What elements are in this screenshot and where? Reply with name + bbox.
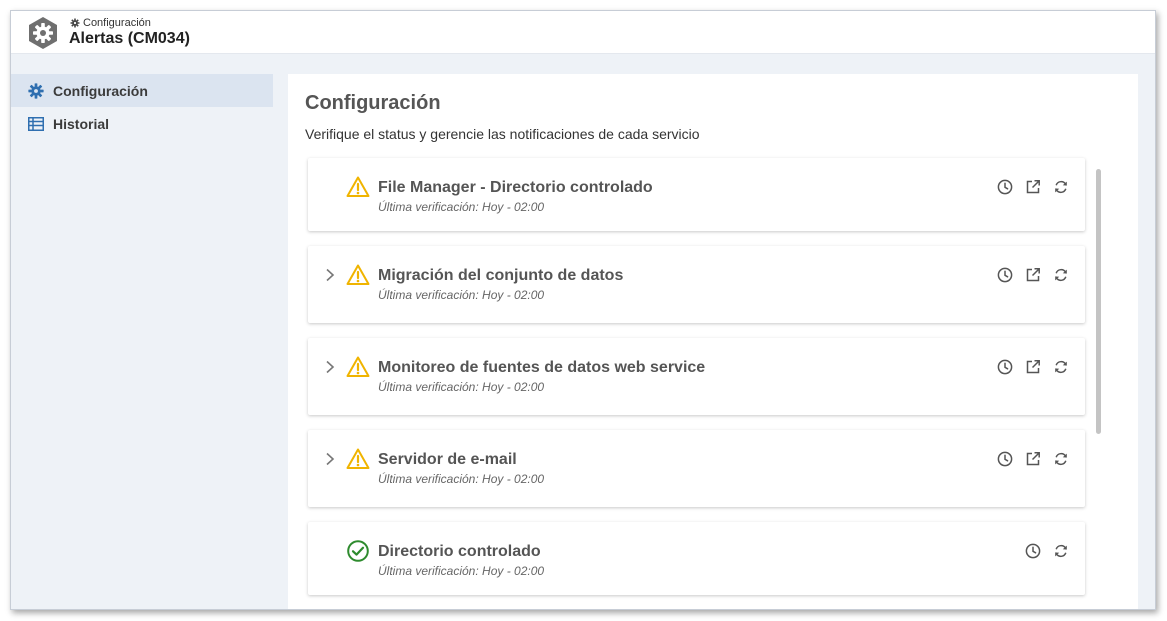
chevron-right-icon[interactable] [324,268,336,282]
section-subtitle: Verifique el status y gerencie las notif… [305,126,700,142]
history-clock-icon[interactable] [1025,543,1041,559]
open-external-icon[interactable] [1025,267,1041,283]
refresh-icon[interactable] [1053,359,1069,375]
refresh-icon[interactable] [1053,451,1069,467]
service-last-check: Última verificación: Hoy - 02:00 [378,200,545,214]
history-clock-icon[interactable] [997,267,1013,283]
gear-icon [70,18,80,28]
service-card: Directorio controlado Última verificación… [308,522,1085,595]
gear-icon [27,82,45,100]
sidebar-item-historial[interactable]: Historial [11,107,273,140]
warning-icon [346,264,370,285]
refresh-icon[interactable] [1053,267,1069,283]
history-clock-icon[interactable] [997,179,1013,195]
service-last-check: Última verificación: Hoy - 02:00 [378,288,545,302]
breadcrumb[interactable]: Configuración [70,17,151,29]
sidebar: Configuración Historial [11,74,273,140]
service-last-check: Última verificación: Hoy - 02:00 [378,564,545,578]
app-window: Configuración Alertas (CM034) Configurac… [10,10,1156,610]
warning-icon [346,448,370,469]
service-title: Servidor de e-mail [378,451,517,468]
service-card: File Manager - Directorio controlado Últi… [308,158,1085,231]
open-external-icon[interactable] [1025,359,1041,375]
service-card[interactable]: Migración del conjunto de datos Última ve… [308,246,1085,323]
service-card[interactable]: Monitoreo de fuentes de datos web servic… [308,338,1085,415]
warning-icon [346,356,370,377]
app-logo-icon [29,17,57,49]
app-header: Configuración Alertas (CM034) [11,11,1155,54]
service-title: Migración del conjunto de datos [378,267,624,284]
service-last-check: Última verificación: Hoy - 02:00 [378,380,545,394]
service-card[interactable]: Servidor de e-mail Última verificación: H… [308,430,1085,507]
check-circle-icon [347,540,369,562]
service-last-check: Última verificación: Hoy - 02:00 [378,472,545,486]
table-icon [27,115,45,133]
history-clock-icon[interactable] [997,451,1013,467]
service-title: File Manager - Directorio controlado [378,179,653,196]
chevron-right-icon[interactable] [324,452,336,466]
open-external-icon[interactable] [1025,179,1041,195]
sidebar-item-label: Configuración [53,82,148,99]
chevron-right-icon[interactable] [324,360,336,374]
open-external-icon[interactable] [1025,451,1041,467]
sidebar-item-label: Historial [53,115,110,132]
refresh-icon[interactable] [1053,543,1069,559]
service-title: Directorio controlado [378,543,541,560]
warning-icon [346,176,370,197]
main-panel: Configuración Verifique el status y gere… [288,74,1138,609]
page-title: Alertas (CM034) [69,30,190,47]
service-title: Monitoreo de fuentes de datos web servic… [378,359,706,376]
sidebar-item-configuracion[interactable]: Configuración [11,74,273,107]
service-list: File Manager - Directorio controlado Últi… [308,158,1085,609]
section-title: Configuración [305,92,441,114]
breadcrumb-label: Configuración [83,17,151,29]
scrollbar[interactable] [1096,169,1101,434]
history-clock-icon[interactable] [997,359,1013,375]
refresh-icon[interactable] [1053,179,1069,195]
